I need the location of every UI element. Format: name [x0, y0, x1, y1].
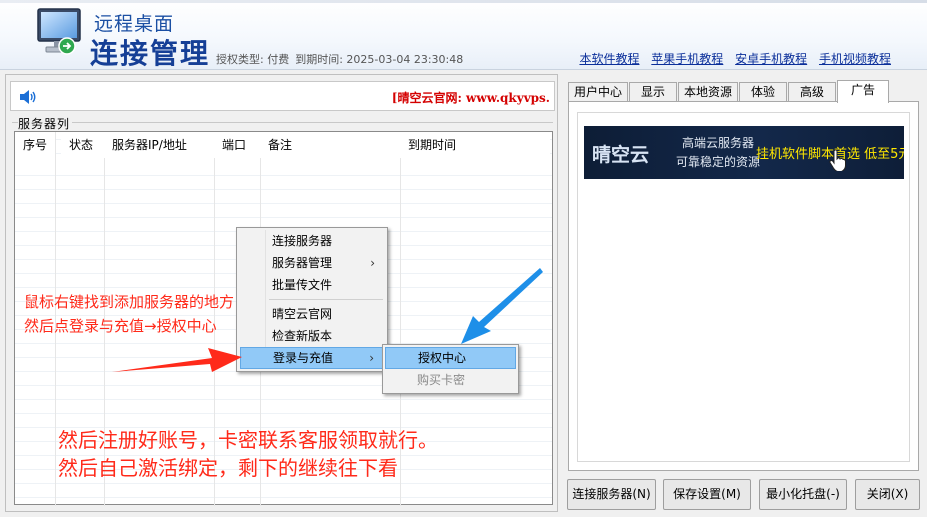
menu-separator [269, 299, 383, 300]
save-settings-button[interactable]: 保存设置(M) [663, 479, 751, 510]
ad-banner[interactable]: 晴空云 高端云服务器 可靠稳定的资源 挂机软件脚本首选 低至5元/月 [584, 126, 904, 179]
app-title: 连接管理 [90, 37, 211, 70]
server-list-label: 服务器列 [18, 115, 73, 132]
menu-item-connect-server[interactable]: 连接服务器 [240, 230, 385, 252]
menu-item-label: 服务器管理 [272, 256, 333, 270]
col-header-expiry[interactable]: 到期时间 [400, 132, 550, 158]
group-divider [12, 122, 553, 123]
minimize-tray-button[interactable]: 最小化托盘(-) [759, 479, 847, 510]
menu-item-label: 检查新版本 [272, 329, 333, 343]
annotation-line-4: 然后自己激活绑定，剩下的继续往下看 [58, 456, 398, 480]
menu-item-label: 晴空云官网 [272, 307, 333, 321]
tab-advanced[interactable]: 高级 [788, 82, 836, 102]
menu-item-check-update[interactable]: 检查新版本 [240, 325, 385, 347]
tab-display[interactable]: 显示 [629, 82, 677, 102]
menu-item-batch-upload[interactable]: 批量传文件 [240, 274, 385, 296]
col-header-note[interactable]: 备注 [260, 132, 400, 158]
tutorial-links: 本软件教程 苹果手机教程 安卓手机教程 手机视频教程 [571, 50, 891, 67]
menu-item-label: 批量传文件 [272, 278, 333, 292]
license-type: 授权类型: 付费 [216, 53, 290, 66]
menu-item-login-recharge[interactable]: 登录与充值 › [240, 347, 385, 369]
license-expiry: 到期时间: 2025-03-04 23:30:48 [295, 53, 464, 66]
tab-local-resources[interactable]: 本地资源 [678, 82, 738, 102]
tab-experience[interactable]: 体验 [739, 82, 787, 102]
submenu-login-recharge: 授权中心 购买卡密 [382, 344, 519, 394]
link-video-tutorial[interactable]: 手机视频教程 [819, 52, 891, 66]
chevron-right-icon: › [370, 256, 375, 270]
menu-item-official-site[interactable]: 晴空云官网 [240, 303, 385, 325]
col-header-server-ip[interactable]: 服务器IP/地址 [104, 132, 214, 158]
link-iphone-tutorial[interactable]: 苹果手机教程 [651, 52, 723, 66]
context-menu: 连接服务器 服务器管理 › 批量传文件 晴空云官网 检查新版本 登录与充值 › [236, 227, 388, 372]
col-header-port[interactable]: 端口 [214, 132, 260, 158]
close-button[interactable]: 关闭(X) [855, 479, 920, 510]
ad-brand: 晴空云 [592, 144, 650, 166]
menu-item-label: 连接服务器 [272, 234, 333, 248]
license-info: 授权类型: 付费 到期时间: 2025-03-04 23:30:48 [216, 51, 463, 67]
col-header-index[interactable]: 序号 [15, 132, 55, 158]
ad-tagline-2: 可靠稳定的资源 [675, 155, 760, 169]
annotation-line-1: 鼠标右键找到添加服务器的地方 [24, 293, 235, 311]
chevron-right-icon: › [369, 351, 374, 365]
link-software-tutorial[interactable]: 本软件教程 [579, 52, 639, 66]
announcement-marquee: [晴空云官网: www.qkyvps. [391, 91, 550, 105]
announcement-bar: [晴空云官网: www.qkyvps. [10, 81, 555, 111]
annotation-line-2: 然后点登录与充值→授权中心 [24, 317, 217, 335]
hand-cursor-icon [829, 149, 846, 171]
link-android-tutorial[interactable]: 安卓手机教程 [735, 52, 807, 66]
submenu-item-auth-center[interactable]: 授权中心 [385, 347, 516, 369]
remote-desktop-monitor-icon [37, 8, 81, 55]
ad-tagline-1: 高端云服务器 [681, 136, 754, 150]
speaker-icon[interactable] [19, 89, 37, 105]
annotation-line-3: 然后注册好账号，卡密联系客服领取就行。 [58, 428, 438, 452]
submenu-item-buy-card[interactable]: 购买卡密 [385, 369, 516, 391]
tab-ads[interactable]: 广告 [837, 80, 889, 103]
tab-user-center[interactable]: 用户中心 [568, 82, 628, 102]
menu-item-server-manage[interactable]: 服务器管理 › [240, 252, 385, 274]
menu-item-label: 登录与充值 [273, 351, 334, 365]
app-header: 远程桌面 连接管理 授权类型: 付费 到期时间: 2025-03-04 23:30… [0, 0, 927, 70]
header-top-strip [0, 0, 927, 3]
connect-server-button[interactable]: 连接服务器(N) [567, 479, 656, 510]
